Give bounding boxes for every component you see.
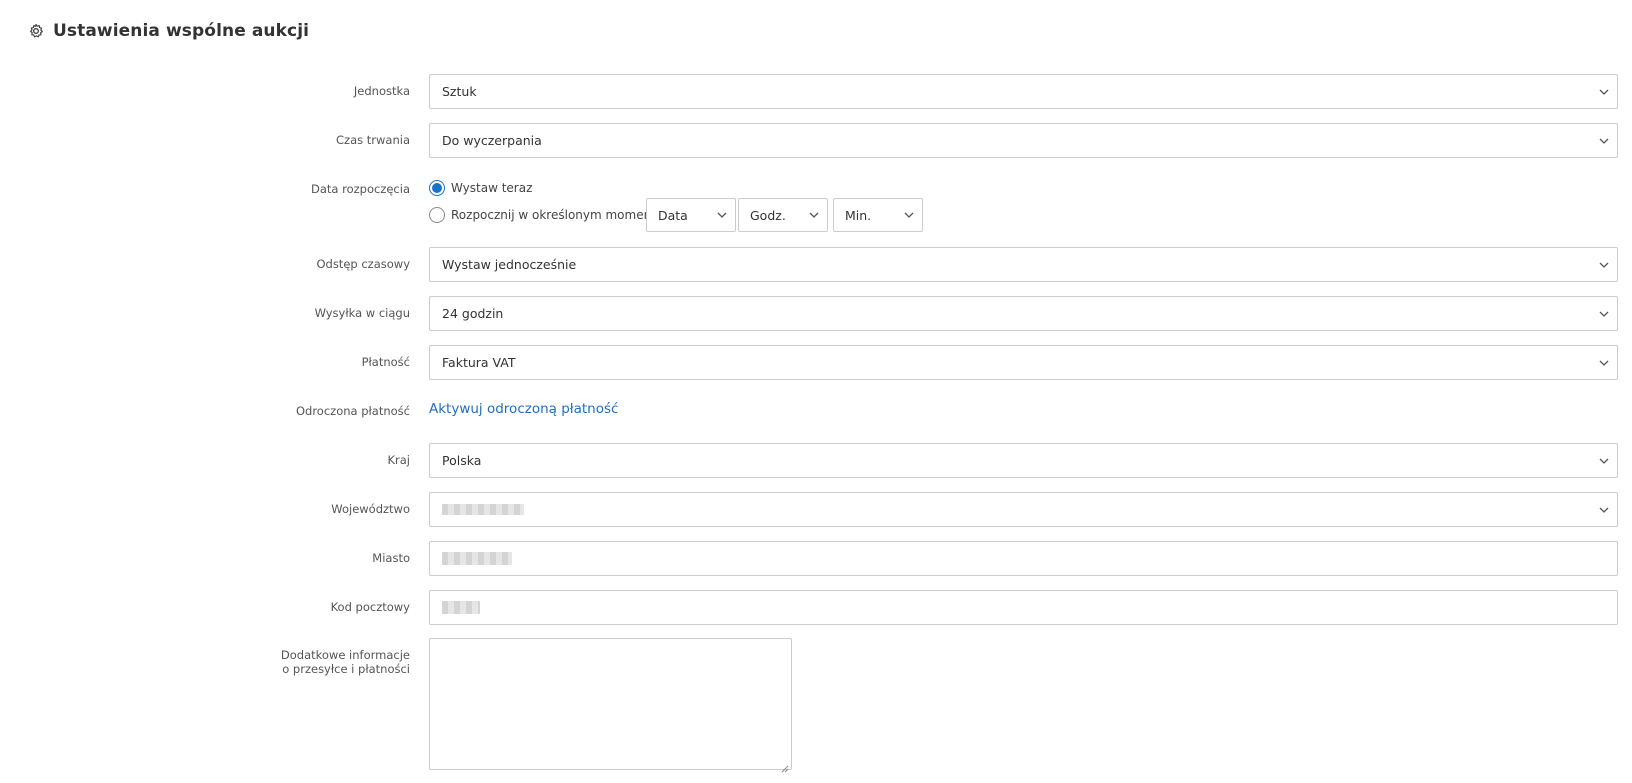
unit-label: Jednostka <box>353 84 410 98</box>
start-date-value: Data <box>658 207 688 223</box>
country-value: Polska <box>442 453 482 468</box>
start-label: Data rozpoczęcia <box>311 182 410 196</box>
shipping-value: 24 godzin <box>442 306 504 321</box>
chevron-down-icon <box>1599 505 1609 515</box>
country-select[interactable]: Polska <box>429 443 1618 478</box>
payment-label: Płatność <box>361 355 410 369</box>
chevron-down-icon <box>1599 260 1609 270</box>
chevron-down-icon <box>904 210 914 220</box>
redacted-value <box>442 601 480 614</box>
start-scheduled-label: Rozpocznij w określonym momencie <box>451 208 669 222</box>
interval-value: Wystaw jednocześnie <box>442 257 577 272</box>
start-scheduled-option[interactable]: Rozpocznij w określonym momencie <box>429 207 669 223</box>
payment-select[interactable]: Faktura VAT <box>429 345 1618 380</box>
start-minute-value: Min. <box>845 207 872 223</box>
chevron-down-icon <box>809 210 819 220</box>
additional-info-label-line1: Dodatkowe informacje <box>280 648 410 662</box>
postal-label: Kod pocztowy <box>330 600 410 614</box>
start-hour-select[interactable]: Godz. <box>738 198 828 232</box>
unit-select[interactable]: Sztuk <box>429 74 1618 109</box>
chevron-down-icon <box>1599 136 1609 146</box>
resize-handle-icon[interactable] <box>780 758 789 773</box>
city-label: Miasto <box>372 551 410 565</box>
chevron-down-icon <box>1599 456 1609 466</box>
chevron-down-icon <box>1599 358 1609 368</box>
start-date-select[interactable]: Data <box>646 198 736 232</box>
start-now-option[interactable]: Wystaw teraz <box>429 180 532 196</box>
radio-now[interactable] <box>429 180 445 196</box>
deferred-label: Odroczona płatność <box>295 404 410 418</box>
redacted-value <box>442 504 524 515</box>
additional-info-textarea[interactable] <box>429 638 792 773</box>
section-header: Ustawienia wspólne aukcji <box>28 20 309 42</box>
redacted-value <box>442 552 512 565</box>
start-now-label: Wystaw teraz <box>451 181 533 195</box>
duration-label: Czas trwania <box>336 133 410 147</box>
chevron-down-icon <box>1599 309 1609 319</box>
page-title: Ustawienia wspólne aukcji <box>53 21 310 41</box>
start-hour-value: Godz. <box>750 207 786 223</box>
additional-info-label-line2: o przesyłce i płatności <box>282 662 410 676</box>
interval-label: Odstęp czasowy <box>316 257 410 271</box>
activate-deferred-payment-link[interactable]: Aktywuj odroczoną płatność <box>429 401 618 417</box>
unit-value: Sztuk <box>442 84 477 99</box>
chevron-down-icon <box>1599 87 1609 97</box>
province-select[interactable] <box>429 492 1618 527</box>
interval-select[interactable]: Wystaw jednocześnie <box>429 247 1618 282</box>
city-input[interactable] <box>429 541 1618 576</box>
country-label: Kraj <box>387 453 410 467</box>
postal-code-input[interactable] <box>429 590 1618 625</box>
shipping-select[interactable]: 24 godzin <box>429 296 1618 331</box>
additional-info-label: Dodatkowe informacje o przesyłce i płatn… <box>110 648 410 676</box>
radio-scheduled[interactable] <box>429 207 445 223</box>
shipping-label: Wysyłka w ciągu <box>314 306 410 320</box>
gear-icon <box>28 23 44 39</box>
payment-value: Faktura VAT <box>442 355 516 370</box>
chevron-down-icon <box>717 210 727 220</box>
province-label: Województwo <box>331 502 410 516</box>
start-minute-select[interactable]: Min. <box>833 198 923 232</box>
duration-value: Do wyczerpania <box>442 133 542 148</box>
duration-select[interactable]: Do wyczerpania <box>429 123 1618 158</box>
